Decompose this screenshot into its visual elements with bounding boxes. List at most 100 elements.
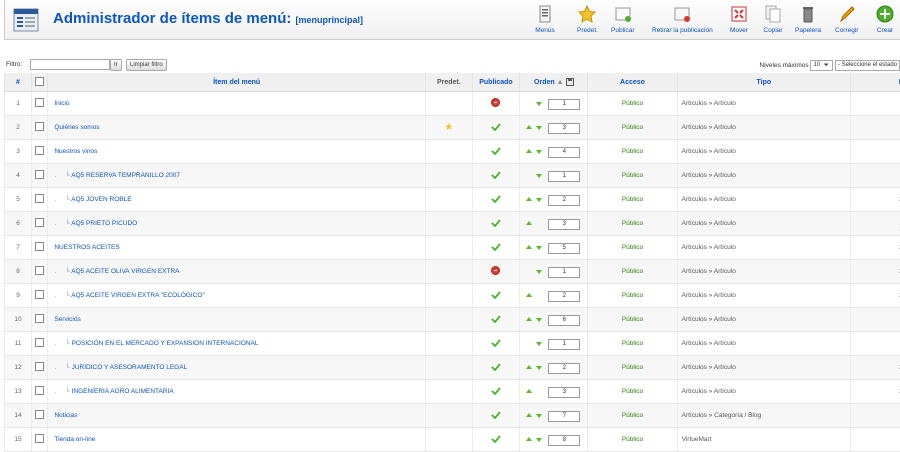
order-input[interactable]: 8 (548, 435, 580, 446)
move-up-icon[interactable] (526, 245, 532, 249)
menus-button[interactable]: Menús (535, 4, 555, 34)
move-button[interactable]: Mover (729, 4, 749, 34)
row-access[interactable]: Público (588, 236, 677, 260)
col-published[interactable]: Publicado (472, 73, 520, 92)
published-check-icon[interactable] (491, 219, 501, 227)
menu-item-link[interactable]: Inicio (54, 100, 69, 107)
menu-item-link[interactable]: AQ5 RESERVA TEMPRANILLO 2007 (71, 172, 180, 179)
default-star-icon[interactable]: ★ (444, 122, 453, 133)
menu-item-link[interactable]: Noticias (54, 412, 77, 419)
go-button[interactable]: Ir (110, 59, 122, 71)
col-type[interactable]: Tipo (677, 73, 850, 92)
row-checkbox[interactable] (35, 122, 44, 131)
order-input[interactable]: 5 (548, 243, 580, 254)
save-order-icon[interactable] (566, 78, 574, 86)
published-check-icon[interactable] (491, 243, 501, 251)
col-id[interactable]: ID del ít (850, 73, 900, 92)
default-button[interactable]: Predet. (577, 4, 598, 34)
menu-item-link[interactable]: Tienda on-line (54, 436, 95, 443)
row-access[interactable]: Público (588, 140, 677, 164)
col-order[interactable]: Orden ▲ (520, 73, 588, 92)
publish-button[interactable]: Publicar (611, 4, 634, 34)
unpublished-icon[interactable] (491, 266, 500, 275)
row-access[interactable]: Público (588, 188, 677, 212)
move-up-icon[interactable] (526, 317, 532, 321)
menu-item-link[interactable]: JURIDICO Y ASESORAMENTO LEGAL (72, 364, 188, 371)
row-checkbox[interactable] (35, 290, 44, 299)
menu-item-link[interactable]: NUESTROS ACEITES (54, 244, 119, 251)
published-check-icon[interactable] (491, 315, 501, 323)
row-access[interactable]: Público (588, 428, 677, 452)
col-default[interactable]: Predet. (425, 73, 472, 92)
row-checkbox[interactable] (35, 194, 44, 203)
row-checkbox[interactable] (35, 218, 44, 227)
row-checkbox[interactable] (35, 410, 44, 419)
row-default[interactable]: ★ (425, 116, 472, 140)
move-down-icon[interactable] (536, 318, 542, 322)
copy-button[interactable]: Copiar (763, 4, 783, 34)
published-check-icon[interactable] (491, 123, 501, 131)
col-access[interactable]: Acceso (588, 73, 677, 92)
trash-button[interactable]: Papelera (795, 4, 821, 34)
row-checkbox[interactable] (35, 266, 44, 275)
row-checkbox[interactable] (35, 146, 44, 155)
published-check-icon[interactable] (491, 291, 501, 299)
row-access[interactable]: Público (588, 116, 677, 140)
published-check-icon[interactable] (491, 171, 501, 179)
move-up-icon[interactable] (526, 413, 532, 417)
order-input[interactable]: 3 (548, 387, 580, 398)
row-checkbox[interactable] (35, 362, 44, 371)
move-down-icon[interactable] (536, 150, 542, 154)
move-up-icon[interactable] (526, 389, 532, 393)
menu-item-link[interactable]: AQ5 JOVEN ROBLE (71, 196, 131, 203)
edit-button[interactable]: Corregir (835, 4, 858, 34)
row-access[interactable]: Público (588, 260, 677, 284)
row-checkbox[interactable] (35, 170, 44, 179)
move-down-icon[interactable] (536, 246, 542, 250)
move-down-icon[interactable] (536, 414, 542, 418)
published-check-icon[interactable] (491, 435, 501, 443)
move-down-icon[interactable] (536, 126, 542, 130)
row-access[interactable]: Público (588, 92, 677, 116)
move-down-icon[interactable] (536, 174, 542, 178)
move-up-icon[interactable] (526, 293, 532, 297)
order-input[interactable]: 1 (548, 99, 580, 110)
published-check-icon[interactable] (491, 387, 501, 395)
row-checkbox[interactable] (35, 386, 44, 395)
published-check-icon[interactable] (491, 411, 501, 419)
published-check-icon[interactable] (491, 363, 501, 371)
move-up-icon[interactable] (526, 221, 532, 225)
order-input[interactable]: 3 (548, 219, 580, 230)
menu-item-link[interactable]: Nuestros vinos (54, 148, 97, 155)
order-input[interactable]: 2 (548, 195, 580, 206)
menu-item-link[interactable]: AQ5 PRIETO PICUDO (71, 220, 137, 227)
move-down-icon[interactable] (536, 438, 542, 442)
menu-item-link[interactable]: AQ5 ACEITE VIRGEN EXTRA "ECOLÓGICO" (71, 292, 205, 299)
menu-item-link[interactable]: INGENIERIA AGRO ALIMENTARIA (72, 388, 174, 395)
published-check-icon[interactable] (491, 195, 501, 203)
row-checkbox[interactable] (35, 98, 44, 107)
row-access[interactable]: Público (588, 332, 677, 356)
levels-select[interactable]: 10 (810, 60, 833, 71)
row-access[interactable]: Público (588, 212, 677, 236)
menu-item-link[interactable]: Servicios (54, 316, 80, 323)
move-down-icon[interactable] (536, 270, 542, 274)
row-access[interactable]: Público (588, 380, 677, 404)
order-input[interactable]: 2 (548, 291, 580, 302)
order-input[interactable]: 1 (548, 339, 580, 350)
order-input[interactable]: 1 (548, 171, 580, 182)
move-up-icon[interactable] (526, 149, 532, 153)
move-up-icon[interactable] (526, 197, 532, 201)
reset-filter-button[interactable]: Limpiar filtro (126, 59, 167, 71)
order-input[interactable]: 2 (548, 363, 580, 374)
row-access[interactable]: Público (588, 284, 677, 308)
unpublished-icon[interactable] (491, 98, 500, 107)
published-check-icon[interactable] (491, 339, 501, 347)
order-input[interactable]: 7 (548, 411, 580, 422)
menu-item-link[interactable]: POSICIÓN EN EL MERCADO Y EXPANSION INTER… (72, 340, 259, 347)
row-checkbox[interactable] (35, 338, 44, 347)
state-select[interactable]: - Seleccione el estado (835, 60, 900, 71)
filter-input[interactable] (30, 59, 110, 70)
row-access[interactable]: Público (588, 356, 677, 380)
move-down-icon[interactable] (536, 366, 542, 370)
